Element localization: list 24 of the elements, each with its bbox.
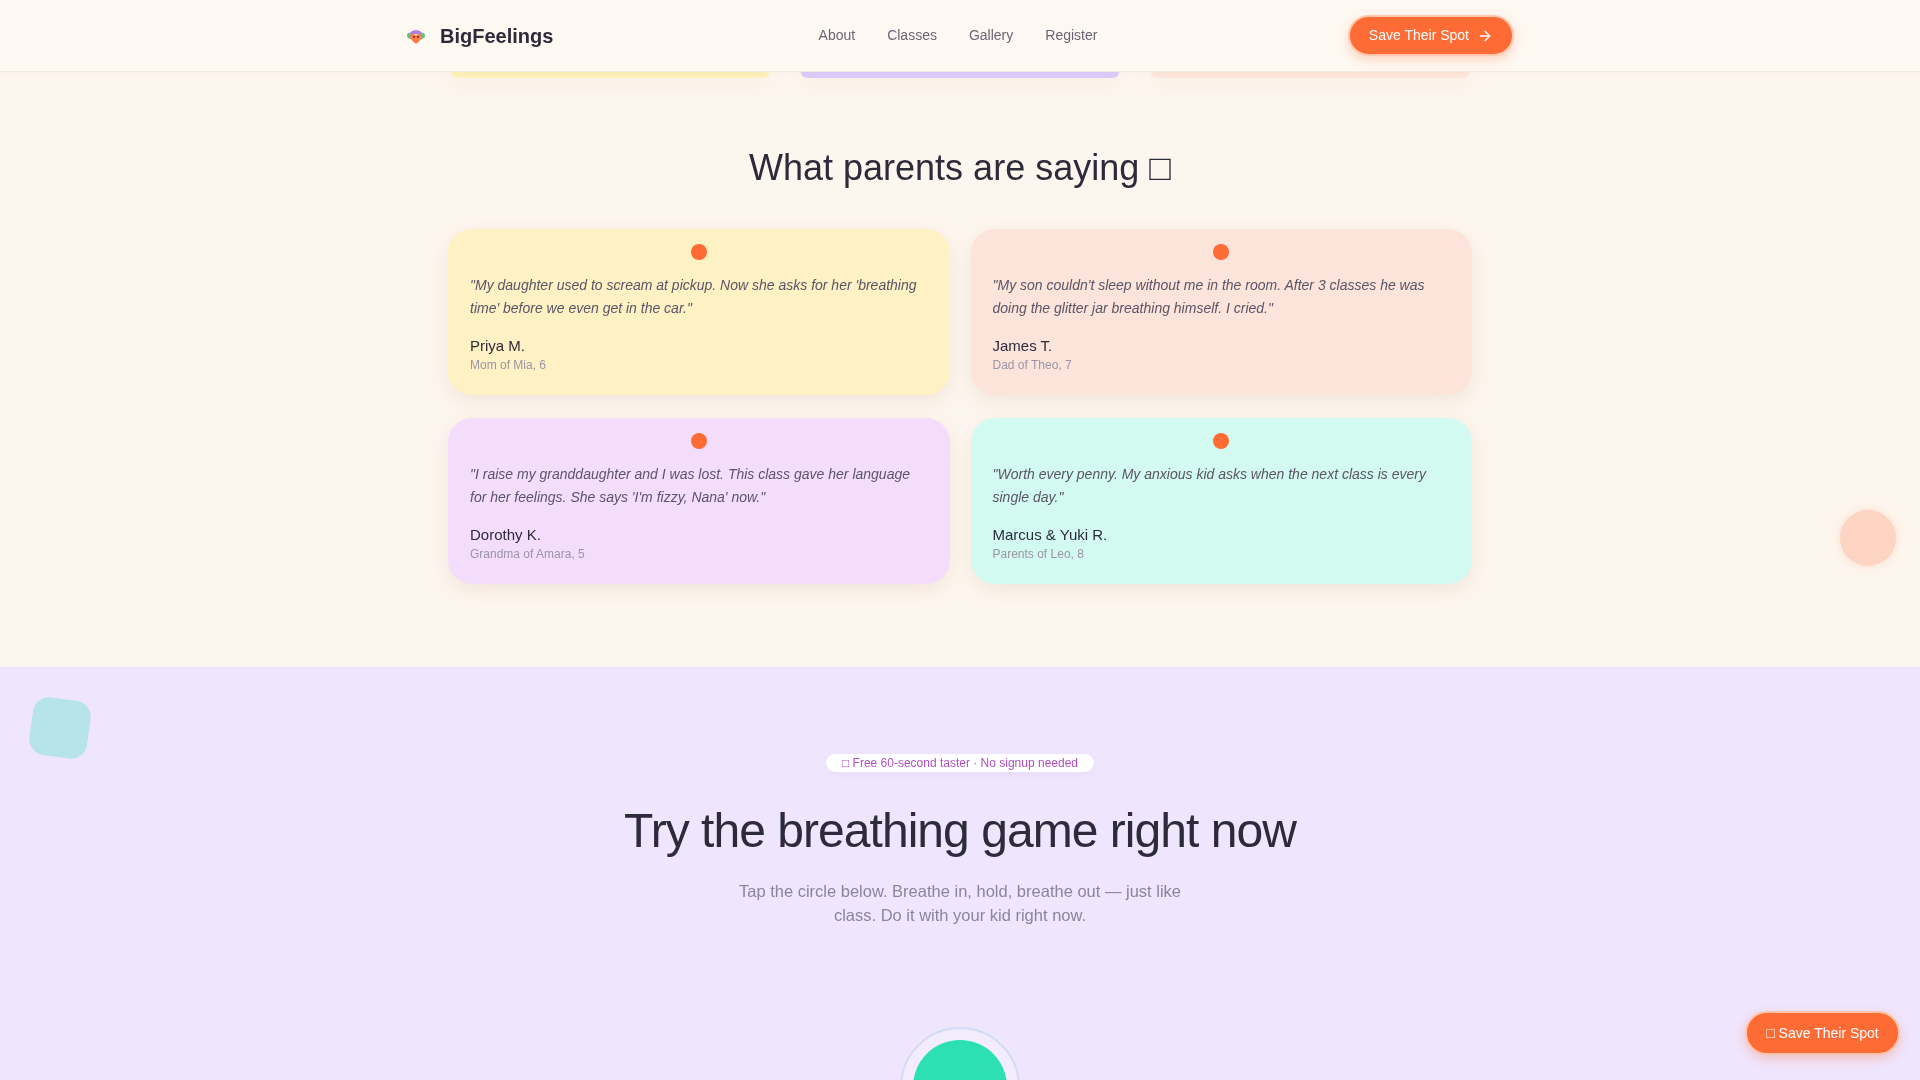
parent-relation: Parents of Leo, 8	[992, 546, 1085, 562]
parent-name: Marcus & Yuki R.	[992, 525, 1109, 545]
testimonial-quote: "My daughter used to scream at pickup. Now she asks for her 'breathing time' before we even get in the car."	[470, 276, 918, 318]
parent-name: James T.	[992, 336, 1054, 356]
floating-save-spot-button[interactable]: □ Save Their Spot	[1745, 1011, 1900, 1055]
parent-relation: Mom of Mia, 6	[470, 357, 548, 373]
testimonial-quote: "Worth every penny. My anxious kid asks when the next class is every single day."	[992, 465, 1428, 507]
breathing-title: Try the breathing game right now	[624, 803, 1296, 859]
section-title: What parents are saying □	[748, 146, 1172, 190]
parent-name: Priya M.	[470, 336, 526, 356]
circle-decoration	[1840, 510, 1896, 566]
nav-link[interactable]: Classes	[887, 25, 937, 46]
testimonial-quote: "I raise my granddaughter and I was lost. This class gave her language for her feelings. She says 'I'm fizzy, Nana' now."	[470, 465, 911, 507]
save-spot-button[interactable]: Save Their Spot	[1347, 15, 1514, 56]
nav-link[interactable]: Gallery	[968, 25, 1014, 46]
nav-link[interactable]: About	[818, 25, 856, 46]
parent-name: Dorothy K.	[470, 525, 542, 545]
nav-link[interactable]: Register	[1045, 25, 1098, 46]
breathing-subtitle: Tap the circle below. Breathe in, hold, breathe out — just like class. Do it with your kid right now.	[737, 881, 1183, 926]
testimonial-quote: "My son couldn't sleep without me in the room. After 3 classes he was doing the glitter jar breathing himself. I cried."	[992, 276, 1426, 318]
brand-name[interactable]: BigFeelings	[440, 20, 554, 51]
taster-badge: □ Free 60-second taster · No signup needed	[825, 754, 1095, 772]
parent-relation: Grandma of Amara, 5	[470, 546, 586, 562]
parent-relation: Dad of Theo, 7	[992, 357, 1073, 373]
